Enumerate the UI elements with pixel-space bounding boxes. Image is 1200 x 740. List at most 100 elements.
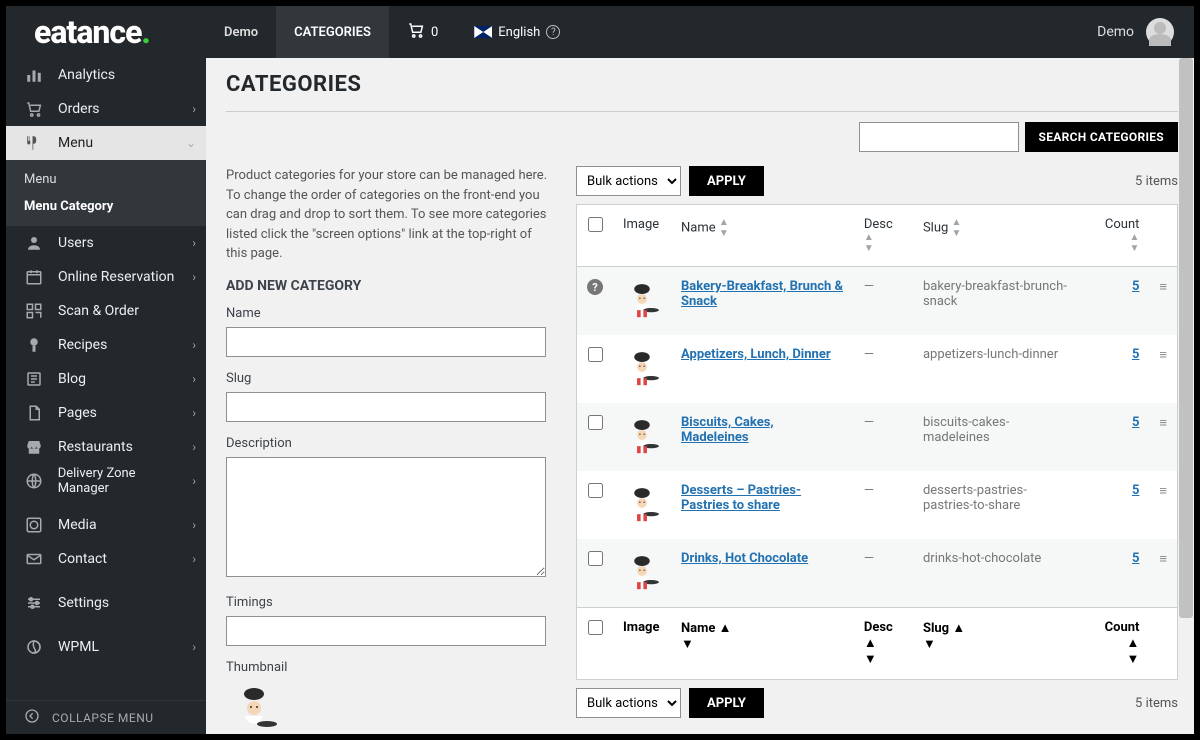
row-slug: drinks-hot-chocolate bbox=[913, 539, 1084, 608]
topnav-demo[interactable]: Demo bbox=[206, 6, 276, 58]
row-image bbox=[613, 539, 671, 608]
drag-handle-icon[interactable]: ≡ bbox=[1149, 267, 1177, 336]
category-link[interactable]: Drinks, Hot Chocolate bbox=[681, 551, 808, 566]
sidebar-item-label: Delivery Zone Manager bbox=[58, 466, 188, 496]
recipes-icon bbox=[24, 335, 44, 355]
description-textarea[interactable] bbox=[226, 457, 546, 577]
sidebar-item-contact[interactable]: Contact › bbox=[6, 542, 206, 576]
count-link[interactable]: 5 bbox=[1132, 347, 1139, 362]
sidebar-item-restaurants[interactable]: Restaurants › bbox=[6, 430, 206, 464]
media-icon bbox=[24, 515, 44, 535]
sidebar-item-wpml[interactable]: WPML › bbox=[6, 630, 206, 664]
category-link[interactable]: Biscuits, Cakes, Madeleines bbox=[681, 415, 774, 445]
apply-button[interactable]: APPLY bbox=[689, 166, 764, 196]
brand-logo[interactable]: eatance. bbox=[6, 6, 206, 58]
scrollbar[interactable] bbox=[1178, 58, 1194, 734]
search-bar: SEARCH CATEGORIES bbox=[226, 122, 1178, 152]
drag-handle-icon[interactable]: ≡ bbox=[1149, 539, 1177, 608]
chevron-right-icon: › bbox=[192, 338, 196, 352]
col-image[interactable]: Image bbox=[613, 205, 671, 267]
sidebar-item-menu[interactable]: Menu ⌄ bbox=[6, 126, 206, 160]
sidebar-item-delivery-zone[interactable]: Delivery Zone Manager › bbox=[6, 464, 206, 498]
row-checkbox[interactable] bbox=[588, 483, 603, 498]
tablenav-bottom: Bulk actions APPLY 5 items bbox=[576, 688, 1178, 718]
apply-button-bottom[interactable]: APPLY bbox=[689, 688, 764, 718]
sidebar-item-label: Recipes bbox=[58, 337, 107, 353]
hint-icon[interactable]: ? bbox=[587, 279, 603, 295]
sidebar-item-label: Scan & Order bbox=[58, 303, 139, 319]
count-link[interactable]: 5 bbox=[1132, 279, 1139, 294]
search-button[interactable]: SEARCH CATEGORIES bbox=[1025, 122, 1178, 152]
wpml-icon bbox=[24, 637, 44, 657]
sidebar-item-users[interactable]: Users › bbox=[6, 226, 206, 260]
sidebar-item-label: WPML bbox=[58, 639, 99, 655]
col-count[interactable]: Count ▲▼ bbox=[1084, 205, 1149, 267]
sidebar-item-label: Users bbox=[58, 235, 94, 251]
submenu-item-menu-category[interactable]: Menu Category bbox=[6, 193, 206, 220]
category-link[interactable]: Appetizers, Lunch, Dinner bbox=[681, 347, 831, 362]
user-box[interactable]: Demo bbox=[1097, 18, 1174, 46]
sidebar-item-label: Menu bbox=[58, 135, 93, 151]
name-input[interactable] bbox=[226, 327, 546, 357]
add-category-panel: Product categories for your store can be… bbox=[226, 166, 556, 734]
col-name[interactable]: Name ▲▼ bbox=[671, 608, 854, 680]
select-all-checkbox[interactable] bbox=[588, 217, 603, 232]
col-desc[interactable]: Desc ▲▼ bbox=[854, 205, 913, 267]
thumbnail-preview bbox=[226, 681, 282, 735]
chevron-right-icon: › bbox=[192, 372, 196, 386]
select-all-checkbox-bottom[interactable] bbox=[588, 620, 603, 635]
sidebar-item-analytics[interactable]: Analytics bbox=[6, 58, 206, 92]
chevron-right-icon: › bbox=[192, 406, 196, 420]
row-checkbox[interactable] bbox=[588, 415, 603, 430]
count-link[interactable]: 5 bbox=[1132, 483, 1139, 498]
row-slug: bakery-breakfast-brunch-snack bbox=[913, 267, 1084, 336]
globe-icon bbox=[24, 471, 44, 491]
search-input[interactable] bbox=[859, 122, 1019, 152]
language-switcher[interactable]: English ? bbox=[456, 25, 578, 40]
drag-handle-icon[interactable]: ≡ bbox=[1149, 335, 1177, 403]
items-count-bottom: 5 items bbox=[1135, 696, 1178, 711]
sidebar-item-recipes[interactable]: Recipes › bbox=[6, 328, 206, 362]
timings-input[interactable] bbox=[226, 616, 546, 646]
sidebar-item-orders[interactable]: Orders › bbox=[6, 92, 206, 126]
topnav-categories[interactable]: CATEGORIES bbox=[276, 6, 389, 58]
user-name: Demo bbox=[1097, 24, 1134, 40]
contact-icon bbox=[24, 549, 44, 569]
chevron-right-icon: › bbox=[192, 270, 196, 284]
col-slug[interactable]: Slug ▲▼ bbox=[913, 205, 1084, 267]
drag-handle-icon[interactable]: ≡ bbox=[1149, 471, 1177, 539]
drag-handle-icon[interactable]: ≡ bbox=[1149, 403, 1177, 471]
count-link[interactable]: 5 bbox=[1132, 551, 1139, 566]
col-image[interactable]: Image bbox=[613, 608, 671, 680]
row-checkbox[interactable] bbox=[588, 551, 603, 566]
collapse-label: COLLAPSE MENU bbox=[52, 711, 154, 725]
top-nav: Demo CATEGORIES 0 English ? bbox=[206, 6, 578, 58]
row-slug: biscuits-cakes-madeleines bbox=[913, 403, 1084, 471]
collapse-menu-button[interactable]: COLLAPSE MENU bbox=[6, 700, 206, 734]
help-icon[interactable]: ? bbox=[546, 25, 560, 39]
col-slug[interactable]: Slug ▲▼ bbox=[913, 608, 1084, 680]
sidebar-item-online-reservation[interactable]: Online Reservation › bbox=[6, 260, 206, 294]
language-label: English bbox=[498, 25, 540, 40]
sidebar-item-blog[interactable]: Blog › bbox=[6, 362, 206, 396]
sidebar-item-media[interactable]: Media › bbox=[6, 508, 206, 542]
sidebar-item-pages[interactable]: Pages › bbox=[6, 396, 206, 430]
chevron-right-icon: › bbox=[192, 102, 196, 116]
bulk-actions-select[interactable]: Bulk actions bbox=[576, 166, 681, 196]
category-link[interactable]: Bakery-Breakfast, Brunch & Snack bbox=[681, 279, 843, 309]
sidebar-item-settings[interactable]: Settings bbox=[6, 586, 206, 620]
col-name[interactable]: Name ▲▼ bbox=[671, 205, 854, 267]
row-checkbox[interactable] bbox=[588, 347, 603, 362]
bulk-actions-select-bottom[interactable]: Bulk actions bbox=[576, 688, 681, 718]
cart-indicator[interactable]: 0 bbox=[389, 21, 456, 43]
submenu-item-menu[interactable]: Menu bbox=[6, 166, 206, 193]
slug-input[interactable] bbox=[226, 392, 546, 422]
category-link[interactable]: Desserts – Pastries-Pastries to share bbox=[681, 483, 801, 513]
count-link[interactable]: 5 bbox=[1132, 415, 1139, 430]
col-count[interactable]: Count ▲▼ bbox=[1084, 608, 1149, 680]
slug-label: Slug bbox=[226, 371, 556, 386]
scrollbar-thumb[interactable] bbox=[1179, 58, 1193, 618]
col-desc[interactable]: Desc ▲▼ bbox=[854, 608, 913, 680]
sidebar-item-scan-order[interactable]: Scan & Order bbox=[6, 294, 206, 328]
avatar[interactable] bbox=[1146, 18, 1174, 46]
